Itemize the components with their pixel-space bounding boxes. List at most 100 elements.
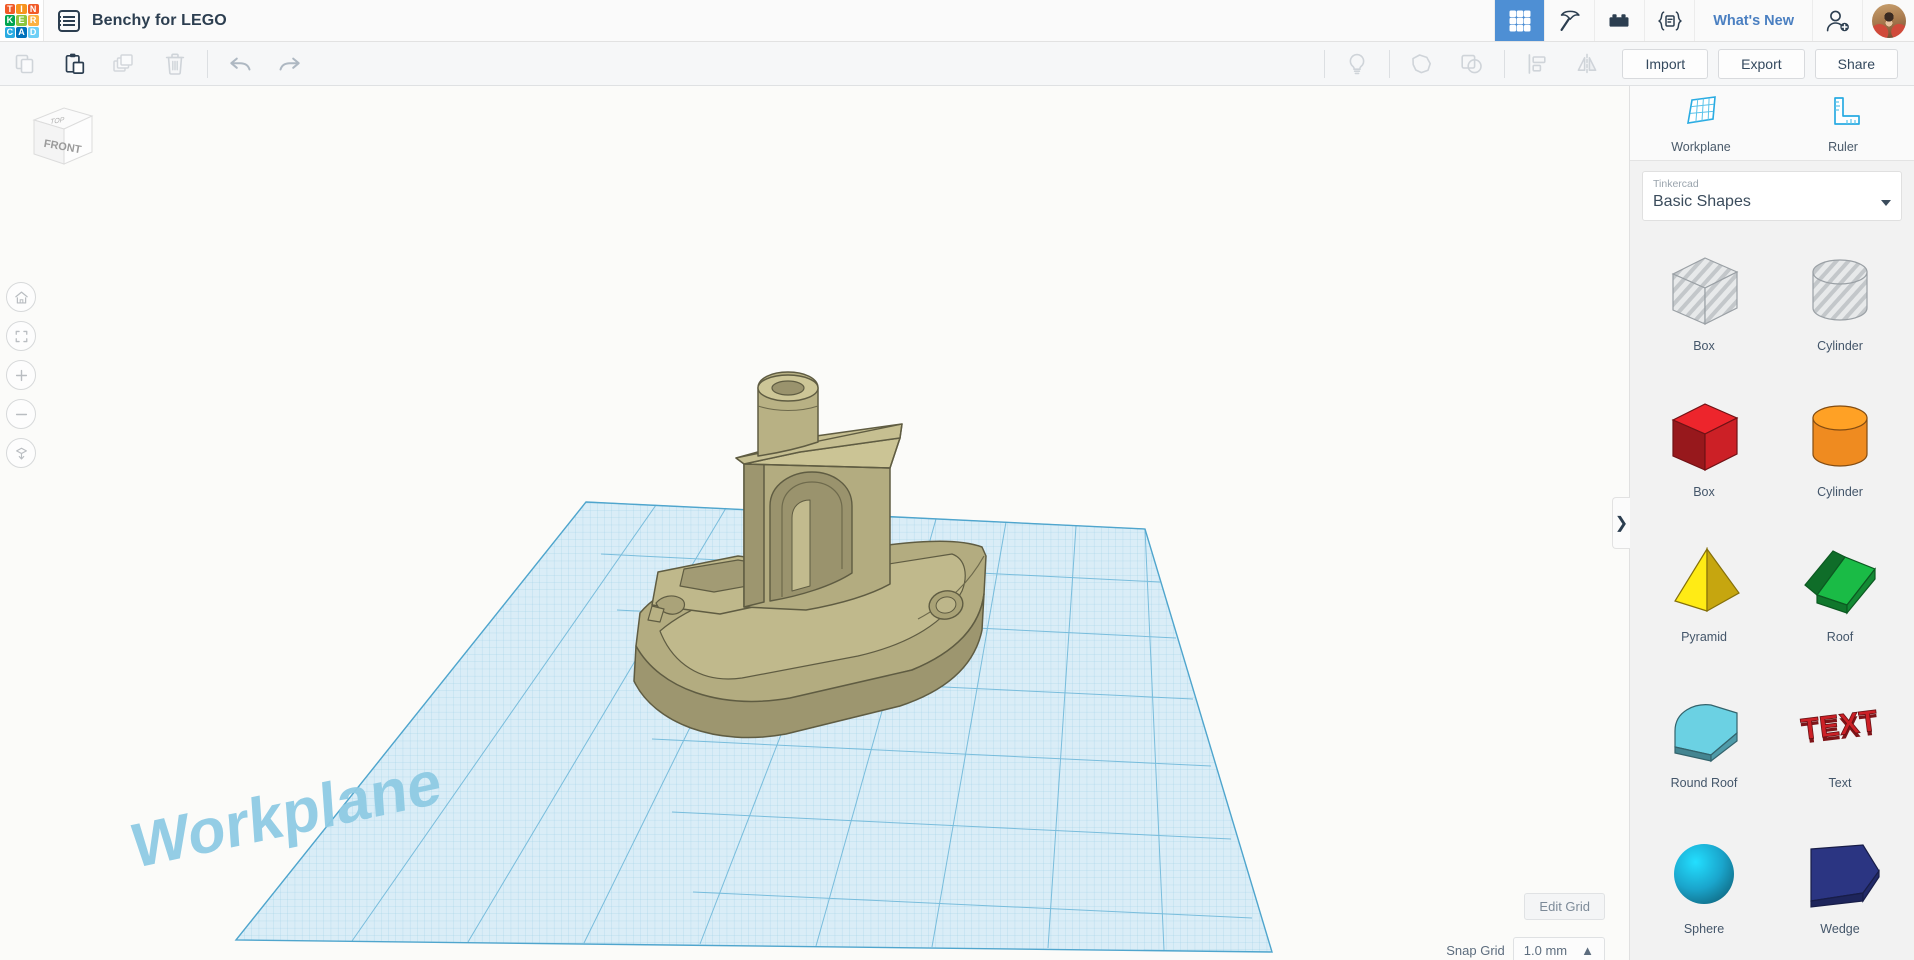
shape-item-box-2[interactable]: Box [1636,379,1772,519]
notes-lightbulb-icon[interactable] [1332,42,1382,86]
home-view-button[interactable] [6,282,36,312]
minecraft-pickaxe-icon[interactable] [1544,0,1594,41]
shape-item-label: Wedge [1820,922,1860,937]
3d-viewport[interactable]: Workplane TOP FRONT Edit Grid Snap Grid … [0,86,1629,960]
chevron-right-icon[interactable]: ❯ [1612,497,1630,549]
ruler-tool[interactable]: Ruler [1772,94,1914,154]
redo-icon[interactable] [265,42,315,86]
roof-icon [1797,536,1883,628]
add-person-icon[interactable] [1812,0,1862,41]
view-cube[interactable]: TOP FRONT [24,102,96,172]
notes-group [1332,42,1382,85]
tinkercad-logo[interactable]: TINKERCAD [0,0,44,41]
avatar[interactable] [1862,0,1914,41]
align-icon[interactable] [1512,42,1562,86]
shape-item-roof-5[interactable]: Roof [1772,524,1908,664]
shape-item-round-roof-6[interactable]: Round Roof [1636,670,1772,810]
shapes-panel: ❯ Workplane Ruler Tinkercad Basic Shapes… [1612,86,1914,960]
zoom-out-button[interactable] [6,399,36,429]
chevron-up-icon: ▲ [1581,943,1594,958]
porthole [928,590,964,620]
export-button[interactable]: Export [1718,48,1805,79]
logo-tile-a: A [16,26,27,38]
file-actions-group: Import Export Share [1612,42,1914,85]
whats-new-link[interactable]: What's New [1694,0,1812,41]
shape-item-pyramid-4[interactable]: Pyramid [1636,524,1772,664]
wedge-icon [1795,828,1885,920]
box-icon [1661,391,1747,483]
page-title: Benchy for LEGO [92,11,227,29]
avatar-image [1871,3,1906,38]
undo-icon[interactable] [215,42,265,86]
workplane-watermark: Workplane [130,747,444,882]
zoom-in-button[interactable] [6,360,36,390]
logo-tile-n: N [27,3,39,15]
clipboard-group [0,42,200,85]
delete-icon[interactable] [150,42,200,86]
shape-grid: Box Cylinder Box Cylinder Pyramid Roof R… [1630,228,1914,960]
shape-item-label: Box [1693,338,1715,353]
toolbar-divider [207,49,208,78]
panel-tools-row: Workplane Ruler [1630,86,1914,161]
logo-tile-t: T [4,3,16,15]
tinkercad-logo-tiles: TINKERCAD [4,3,39,38]
cabin-door [769,471,853,602]
viewport-nav-controls [6,282,36,468]
group-icon[interactable] [1397,42,1447,86]
shape-item-cylinder-3[interactable]: Cylinder [1772,379,1908,519]
shape-item-label: Cylinder [1817,338,1863,353]
ruler-tool-label: Ruler [1828,140,1858,154]
shape-item-label: Pyramid [1681,630,1727,645]
history-group [215,42,315,85]
chevron-down-icon [1881,199,1891,206]
shape-library-select[interactable]: Tinkercad Basic Shapes [1642,171,1902,221]
shape-item-wedge-9[interactable]: Wedge [1772,816,1908,956]
logo-tile-r: R [27,15,39,26]
fit-to-view-button[interactable] [6,321,36,351]
box-hole-icon [1661,245,1747,337]
shape-item-box-0[interactable]: Box [1636,233,1772,373]
shape-item-cylinder-1[interactable]: Cylinder [1772,233,1908,373]
shape-item-label: Roof [1826,630,1854,645]
funnel [757,371,819,457]
main-area: Workplane TOP FRONT Edit Grid Snap Grid … [0,86,1914,960]
ruler-icon [1823,94,1863,135]
snap-grid-select[interactable]: 1.0 mm ▲ [1512,937,1605,960]
workplane-tool[interactable]: Workplane [1630,94,1772,154]
duplicate-icon[interactable] [100,42,150,86]
shape-item-label: Round Roof [1670,776,1738,791]
grid-view-icon[interactable] [1494,0,1545,41]
logo-tile-k: K [4,15,16,26]
snap-grid-label: Snap Grid [1446,943,1505,958]
bow-cleat [655,595,686,615]
model-shadow [665,615,995,707]
shape-item-label: Text [1828,776,1852,791]
shape-item-text-7[interactable]: TEXT TEXT Text [1772,670,1908,810]
cylinder-icon [1797,391,1883,483]
edit-toolbar: Import Export Share [0,42,1914,86]
copy-icon[interactable] [0,42,50,86]
topbar-right-group: What's New [1494,0,1914,41]
align-mirror-group [1512,42,1612,85]
import-button[interactable]: Import [1622,48,1709,79]
list-icon [58,9,80,32]
workplane-grid [234,501,1273,953]
paste-icon[interactable] [50,42,100,86]
perspective-toggle-button[interactable] [6,438,36,468]
round-roof-icon [1661,682,1747,774]
share-button[interactable]: Share [1814,48,1898,79]
edit-grid-button[interactable]: Edit Grid [1524,893,1605,920]
logo-tile-i: I [16,3,27,15]
mirror-icon[interactable] [1562,42,1612,86]
workplane-scene: Workplane [130,371,1273,953]
project-menu-button[interactable] [44,0,92,41]
shape-item-sphere-8[interactable]: Sphere [1636,816,1772,956]
codeblocks-icon[interactable] [1644,0,1694,41]
workplane-icon [1681,94,1721,135]
workplane-tool-label: Workplane [1671,140,1731,154]
ungroup-icon[interactable] [1447,42,1497,86]
lego-brick-icon[interactable] [1594,0,1644,41]
text-icon: TEXT TEXT [1795,682,1885,774]
